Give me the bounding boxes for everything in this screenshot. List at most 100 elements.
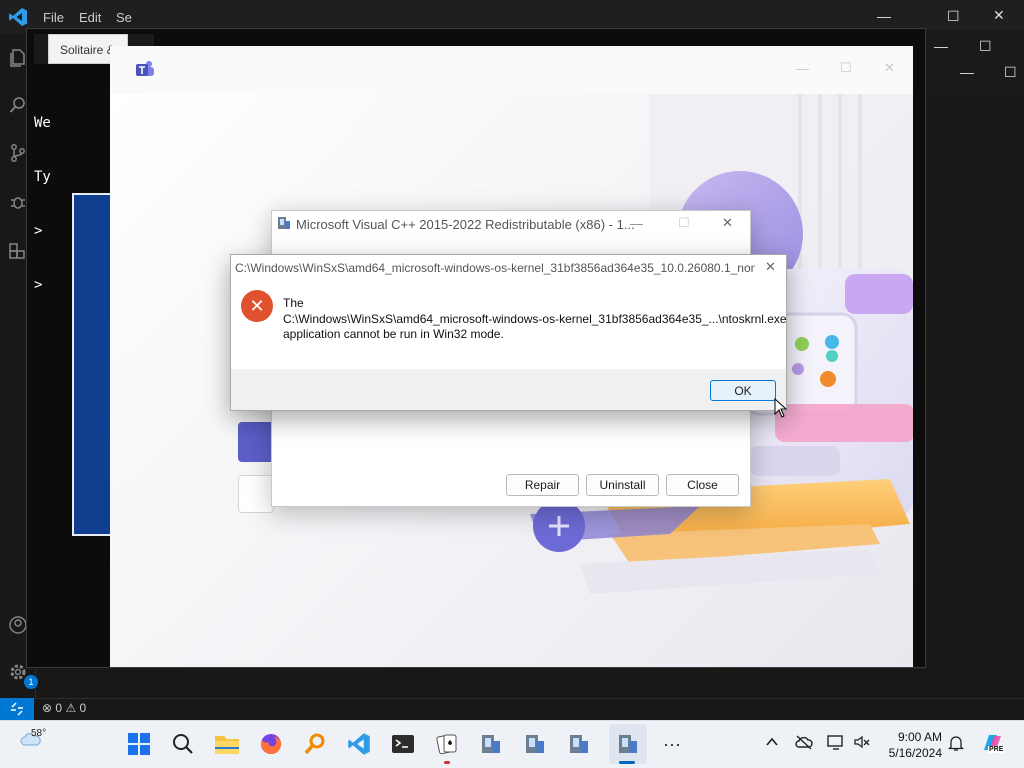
search-icon[interactable] (8, 95, 28, 115)
error-icon: ✕ (241, 290, 273, 322)
vcpp-maximize-button[interactable]: ☐ (678, 215, 690, 231)
notifications-button[interactable] (947, 734, 965, 755)
remote-indicator-button[interactable] (0, 698, 34, 720)
network-status[interactable] (795, 734, 813, 753)
repair-button[interactable]: Repair (506, 474, 579, 496)
magnifier-icon (304, 733, 325, 755)
more-icon: ··· (663, 733, 681, 754)
taskbar-overflow-button[interactable]: ··· (656, 728, 688, 760)
taskbar-installer-1[interactable] (475, 728, 507, 760)
vscode-maximize-button[interactable]: ☐ (947, 8, 960, 25)
warning-count-icon: ⚠ (65, 701, 77, 715)
copilot-badge: PRE (988, 746, 1005, 753)
taskbar-firefox[interactable] (255, 728, 287, 760)
start-button[interactable] (123, 728, 155, 760)
problems-status[interactable]: ⊗ 0 ⚠ 0 (42, 701, 86, 715)
terminal-maximize-button[interactable]: ☐ (979, 38, 992, 55)
terminal-line: We (34, 115, 51, 131)
status-bar (0, 698, 1024, 720)
terminal-line: Ty (34, 169, 51, 185)
installer-icon (526, 735, 544, 753)
background-installer-panel (72, 193, 112, 536)
windows-logo-icon (128, 733, 150, 755)
error-message-line-3: application cannot be run in Win32 mode. (283, 327, 504, 341)
monitor-icon (827, 735, 843, 750)
warning-count: 0 (79, 701, 87, 715)
clock-time[interactable]: 9:00 AM (880, 730, 942, 744)
terminal-line: > (34, 277, 43, 293)
menu-file[interactable]: File (43, 10, 64, 25)
error-dialog-title: C:\Windows\WinSxS\amd64_microsoft-window… (235, 261, 755, 275)
teams-primary-button-edge[interactable] (238, 422, 274, 462)
taskbar-solitaire[interactable] (431, 728, 463, 760)
ok-button[interactable]: OK (710, 380, 776, 401)
clock-date[interactable]: 5/16/2024 (880, 746, 942, 760)
show-hidden-icons-button[interactable] (764, 734, 780, 753)
teams-minimize-button[interactable]: — (796, 61, 809, 76)
weather-temp: 58° (31, 728, 47, 739)
taskbar-vscode[interactable] (343, 728, 375, 760)
window-minimize-button[interactable]: — (960, 64, 974, 80)
vscode-icon (348, 733, 370, 755)
mouse-cursor-icon (774, 398, 788, 418)
taskbar-installer-3[interactable] (563, 728, 595, 760)
error-count-icon: ⊗ (42, 701, 53, 715)
menu-edit[interactable]: Edit (79, 10, 101, 25)
vscode-minimize-button[interactable]: — (877, 8, 891, 24)
terminal-icon (392, 735, 414, 753)
cloud-offline-icon (795, 735, 813, 750)
teams-close-button[interactable]: ✕ (884, 60, 895, 76)
menu-selection[interactable]: Se (116, 10, 132, 25)
taskbar-search-button[interactable] (167, 728, 199, 760)
error-message-line-2: C:\Windows\WinSxS\amd64_microsoft-window… (283, 312, 787, 326)
installer-icon (570, 735, 588, 753)
terminal-minimize-button[interactable]: — (934, 38, 948, 54)
close-button[interactable]: Close (666, 474, 739, 496)
bell-icon (947, 736, 965, 751)
teams-titlebar (110, 46, 913, 94)
account-icon[interactable] (8, 615, 28, 635)
vscode-close-button[interactable]: ✕ (993, 7, 1005, 24)
solitaire-attention-indicator (444, 761, 450, 764)
explorer-icon[interactable] (8, 48, 28, 68)
error-message-line-1: The (283, 296, 304, 310)
installer-icon (278, 217, 290, 229)
remote-icon (11, 702, 23, 716)
teams-maximize-button[interactable]: ☐ (840, 60, 852, 76)
window-maximize-button[interactable]: ☐ (1004, 64, 1017, 81)
teams-secondary-button-edge[interactable] (238, 475, 274, 513)
terminal-output[interactable]: We Ty > > (34, 78, 51, 312)
run-debug-icon[interactable] (8, 192, 28, 212)
active-app-indicator (619, 761, 635, 764)
search-icon (173, 734, 193, 754)
taskbar-terminal[interactable] (387, 728, 419, 760)
vcpp-minimize-button[interactable]: — (630, 216, 643, 231)
chevron-up-icon (766, 737, 778, 746)
firefox-icon (261, 733, 282, 754)
taskbar-file-explorer[interactable] (211, 728, 243, 760)
copilot-button[interactable]: PRE (980, 730, 1006, 756)
vscode-logo-icon (9, 8, 27, 26)
speaker-muted-icon (854, 735, 870, 749)
error-count: 0 (55, 701, 63, 715)
solitaire-tab-label: Solitaire & (60, 43, 115, 57)
taskbar-installer-active[interactable] (612, 728, 644, 760)
source-control-icon[interactable] (8, 143, 28, 163)
settings-badge: 1 (24, 675, 38, 689)
display-status[interactable] (827, 734, 845, 753)
installer-icon (482, 735, 500, 753)
teams-logo-icon (136, 61, 154, 76)
taskbar-installer-2[interactable] (519, 728, 551, 760)
extensions-icon[interactable] (8, 242, 28, 262)
taskbar-magnifier-app[interactable] (299, 728, 331, 760)
installer-icon (619, 735, 637, 753)
volume-status[interactable] (853, 734, 871, 753)
vcpp-window-title: Microsoft Visual C++ 2015-2022 Redistrib… (296, 217, 635, 232)
error-dialog-close-button[interactable]: ✕ (765, 259, 776, 275)
error-dialog-footer (231, 369, 786, 410)
folder-icon (215, 736, 239, 754)
vcpp-close-button[interactable]: ✕ (722, 215, 733, 231)
terminal-line: > (34, 223, 43, 239)
playing-cards-icon (436, 734, 457, 755)
uninstall-button[interactable]: Uninstall (586, 474, 659, 496)
